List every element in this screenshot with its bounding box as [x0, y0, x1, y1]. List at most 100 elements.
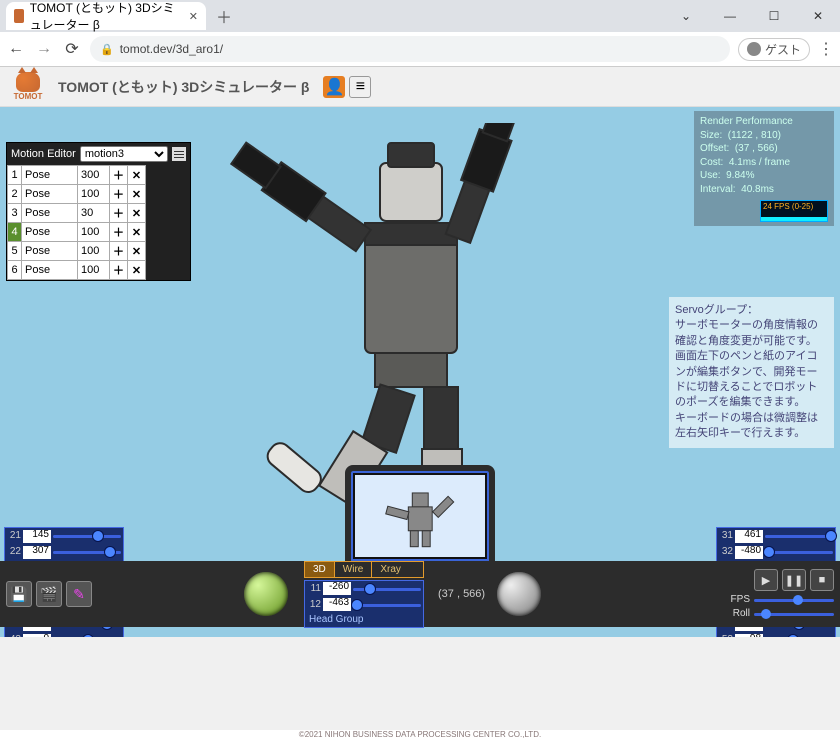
pose-row[interactable]: 6Pose100＋✕: [8, 261, 146, 280]
pose-label[interactable]: Pose: [22, 223, 78, 242]
roll-slider[interactable]: [754, 609, 834, 619]
app-logo[interactable]: TOMOT: [4, 67, 52, 107]
nav-reload-icon[interactable]: ⟳: [62, 39, 82, 59]
servo-row[interactable]: 430: [5, 632, 123, 637]
servo-row[interactable]: 31461: [717, 528, 835, 544]
pose-delete-button[interactable]: ✕: [128, 185, 146, 204]
servo-slider[interactable]: [765, 530, 833, 542]
pose-label[interactable]: Pose: [22, 166, 78, 185]
servo-slider[interactable]: [765, 634, 833, 637]
save-button[interactable]: 💾: [6, 581, 32, 607]
pose-delete-button[interactable]: ✕: [128, 204, 146, 223]
pose-row[interactable]: 5Pose100＋✕: [8, 242, 146, 261]
pose-add-button[interactable]: ＋: [110, 204, 128, 223]
servo-slider[interactable]: [53, 530, 121, 542]
pose-delete-button[interactable]: ✕: [128, 166, 146, 185]
motion-select[interactable]: motion3: [80, 146, 168, 162]
view-mode-wire[interactable]: Wire: [335, 562, 373, 577]
window-expand-icon[interactable]: ⌄: [664, 1, 708, 31]
servo-value[interactable]: -260: [323, 582, 351, 595]
pose-add-button[interactable]: ＋: [110, 166, 128, 185]
jog-knob[interactable]: [497, 572, 541, 616]
servo-row[interactable]: 12-463: [305, 597, 423, 613]
pose-index: 1: [8, 166, 22, 185]
pose-value[interactable]: 100: [78, 261, 110, 280]
pose-value[interactable]: 100: [78, 242, 110, 261]
tab-close-icon[interactable]: ✕: [189, 10, 198, 23]
clapper-button[interactable]: 🎬: [36, 581, 62, 607]
pose-row[interactable]: 2Pose100＋✕: [8, 185, 146, 204]
servo-slider[interactable]: [765, 546, 833, 558]
user-mode-button[interactable]: 👤: [323, 76, 345, 98]
favicon-icon: [14, 9, 24, 23]
app-title: TOMOT (ともット) 3Dシミュレーター β: [58, 77, 309, 97]
servo-row[interactable]: 21145: [5, 528, 123, 544]
servo-row[interactable]: 11-260: [305, 581, 423, 597]
pose-value[interactable]: 300: [78, 166, 110, 185]
servo-value[interactable]: 307: [23, 546, 51, 559]
bottom-toolbar: 💾 🎬 ✎ 3D Wire Xray 11-26012-463Head Grou…: [0, 561, 840, 627]
servo-id: 31: [719, 531, 733, 541]
servo-value[interactable]: -98: [735, 634, 763, 638]
servo-id: 22: [7, 547, 21, 557]
pose-row[interactable]: 4Pose100＋✕: [8, 223, 146, 242]
browser-tab[interactable]: TOMOT (ともット) 3Dシミュレーター β ✕: [6, 2, 206, 30]
nav-back-icon[interactable]: ←: [6, 40, 26, 58]
list-mode-button[interactable]: ≡: [349, 76, 371, 98]
new-tab-button[interactable]: ＋: [212, 4, 236, 28]
pose-value[interactable]: 100: [78, 223, 110, 242]
pose-label[interactable]: Pose: [22, 204, 78, 223]
servo-row[interactable]: 22307: [5, 544, 123, 560]
tab-title: TOMOT (ともット) 3Dシミュレーター β: [30, 0, 179, 33]
pause-button[interactable]: ❚❚: [782, 569, 806, 591]
pose-index: 4: [8, 223, 22, 242]
nav-forward-icon[interactable]: →: [34, 40, 54, 58]
help-tooltip: Servoグループ： サーボモーターの角度情報の確認と角度変更が可能です。 画面…: [669, 297, 834, 448]
window-maximize-icon[interactable]: ☐: [752, 1, 796, 31]
view-mode-xray[interactable]: Xray: [372, 562, 409, 577]
servo-slider[interactable]: [53, 546, 121, 558]
servo-value[interactable]: 461: [735, 530, 763, 543]
servo-value[interactable]: -480: [735, 546, 763, 559]
pose-delete-button[interactable]: ✕: [128, 223, 146, 242]
person-icon: [747, 42, 761, 56]
pose-add-button[interactable]: ＋: [110, 242, 128, 261]
pose-add-button[interactable]: ＋: [110, 185, 128, 204]
window-close-icon[interactable]: ✕: [796, 1, 840, 31]
pose-label[interactable]: Pose: [22, 242, 78, 261]
pose-index: 3: [8, 204, 22, 223]
pose-add-button[interactable]: ＋: [110, 223, 128, 242]
servo-row[interactable]: 53-98: [717, 632, 835, 637]
servo-value[interactable]: -463: [323, 598, 351, 611]
help-knob[interactable]: [244, 572, 288, 616]
servo-value[interactable]: 0: [23, 634, 51, 638]
servo-slider[interactable]: [353, 583, 421, 595]
browser-menu-icon[interactable]: ⋮: [818, 39, 834, 59]
pose-index: 6: [8, 261, 22, 280]
pose-row[interactable]: 1Pose300＋✕: [8, 166, 146, 185]
edit-button[interactable]: ✎: [66, 581, 92, 607]
address-bar[interactable]: 🔒 tomot.dev/3d_aro1/: [90, 36, 730, 62]
pose-row[interactable]: 3Pose30＋✕: [8, 204, 146, 223]
pose-delete-button[interactable]: ✕: [128, 242, 146, 261]
fps-slider-label: FPS: [724, 594, 750, 605]
servo-value[interactable]: 145: [23, 530, 51, 543]
window-minimize-icon[interactable]: —: [708, 1, 752, 31]
pose-value[interactable]: 100: [78, 185, 110, 204]
fps-slider[interactable]: [754, 595, 834, 605]
servo-slider[interactable]: [53, 634, 121, 637]
play-icon: ▶: [762, 574, 770, 587]
pose-delete-button[interactable]: ✕: [128, 261, 146, 280]
stop-button[interactable]: ■: [810, 569, 834, 591]
camera-preview[interactable]: [345, 465, 495, 561]
servo-row[interactable]: 32-480: [717, 544, 835, 560]
pose-value[interactable]: 30: [78, 204, 110, 223]
servo-slider[interactable]: [353, 599, 421, 611]
view-mode-3d[interactable]: 3D: [305, 562, 335, 577]
motion-menu-icon[interactable]: [172, 147, 186, 161]
play-button[interactable]: ▶: [754, 569, 778, 591]
pose-add-button[interactable]: ＋: [110, 261, 128, 280]
pose-label[interactable]: Pose: [22, 261, 78, 280]
guest-profile-button[interactable]: ゲスト: [738, 38, 810, 61]
pose-label[interactable]: Pose: [22, 185, 78, 204]
